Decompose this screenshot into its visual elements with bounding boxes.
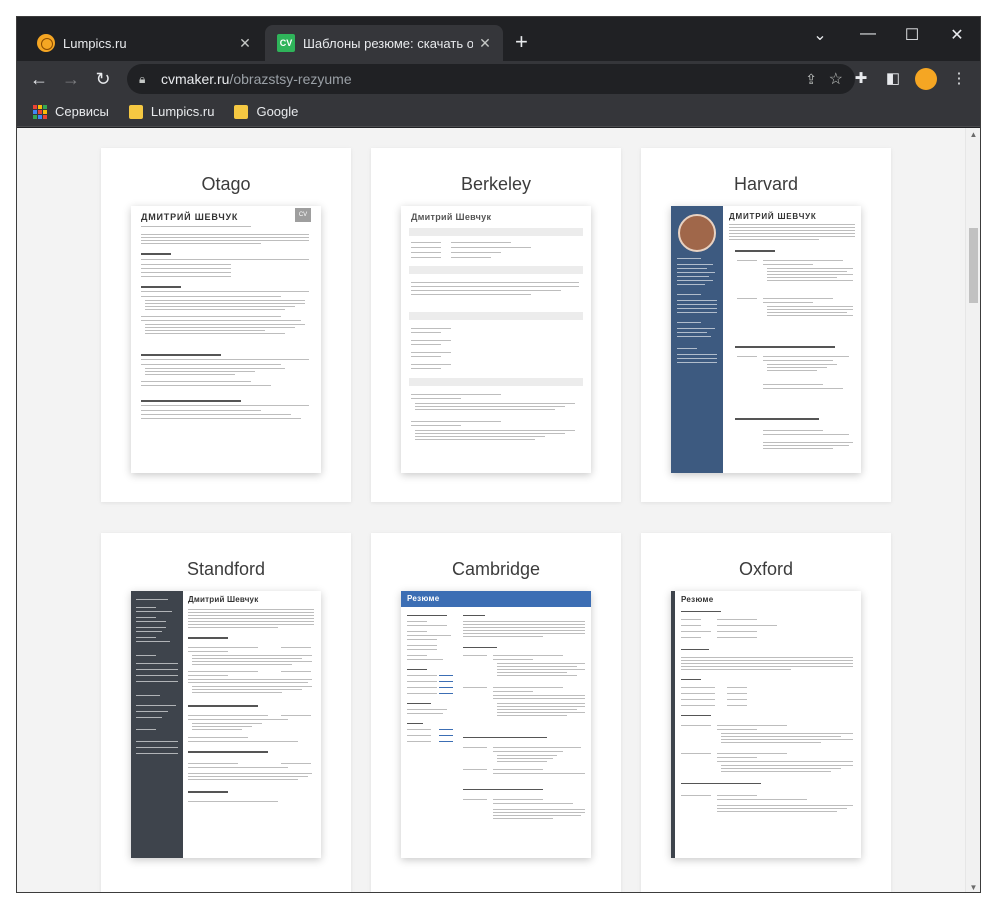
- resume-preview[interactable]: Резюме: [401, 591, 591, 858]
- bookmark-google[interactable]: Google: [234, 104, 298, 119]
- resume-preview[interactable]: ДМИТРИЙ ШЕВЧУК: [671, 206, 861, 473]
- browser-window: Lumpics.ru ✕ CV Шаблоны резюме: скачать …: [16, 16, 981, 893]
- template-card-oxford[interactable]: Oxford Резюме: [641, 533, 891, 892]
- bookmarks-bar: Сервисы Lumpics.ru Google: [17, 97, 980, 127]
- scroll-up-arrow-icon[interactable]: ▲: [966, 130, 980, 139]
- menu-kebab-icon[interactable]: ⋮: [947, 67, 971, 91]
- address-bar[interactable]: 🔒︎ cvmaker.ru/obrazstsy-rezyume ⇪ ☆: [127, 64, 855, 94]
- template-card-harvard[interactable]: Harvard ДМИТРИЙ ШЕВЧУК: [641, 148, 891, 502]
- resume-name: ДМИТРИЙ ШЕВЧУК: [141, 212, 239, 222]
- new-tab-button[interactable]: +: [515, 31, 528, 53]
- tab-strip: Lumpics.ru ✕ CV Шаблоны резюме: скачать …: [17, 17, 980, 61]
- scroll-down-arrow-icon[interactable]: ▼: [966, 883, 980, 892]
- template-name: Otago: [201, 174, 251, 194]
- profile-photo: [678, 214, 716, 252]
- bookmark-label: Сервисы: [55, 104, 109, 119]
- resume-name: Дмитрий Шевчук: [411, 212, 492, 222]
- tab-lumpics[interactable]: Lumpics.ru ✕: [25, 25, 263, 61]
- browser-toolbar: ← → ↻ 🔒︎ cvmaker.ru/obrazstsy-rezyume ⇪ …: [17, 61, 980, 97]
- template-card-berkeley[interactable]: Berkeley Дмитрий Шевчук: [371, 148, 621, 502]
- close-window-button[interactable]: ✕: [937, 25, 977, 45]
- folder-icon: [234, 104, 249, 119]
- resume-preview[interactable]: ДМИТРИЙ ШЕВЧУК CV: [131, 206, 321, 473]
- template-card-cambridge[interactable]: Cambridge Резюме: [371, 533, 621, 892]
- minimize-button[interactable]: —: [848, 25, 888, 43]
- page-viewport: Otago ДМИТРИЙ ШЕВЧУК CV Berkeley Дмитрий…: [17, 128, 980, 892]
- reload-icon[interactable]: ↻: [91, 67, 115, 91]
- bookmark-lumpics[interactable]: Lumpics.ru: [128, 104, 215, 119]
- template-card-otago[interactable]: Otago ДМИТРИЙ ШЕВЧУК CV: [101, 148, 351, 502]
- template-name: Harvard: [733, 174, 799, 194]
- profile-avatar[interactable]: [915, 68, 937, 90]
- tab-close-icon[interactable]: ✕: [233, 35, 257, 52]
- template-name: Standford: [186, 559, 266, 579]
- extensions-puzzle-icon[interactable]: ✚: [849, 67, 873, 91]
- tab-cvmaker[interactable]: CV Шаблоны резюме: скачать обр ✕: [265, 25, 503, 61]
- side-panel-icon[interactable]: ◧: [881, 67, 905, 91]
- resume-preview[interactable]: Дмитрий Шевчук: [401, 206, 591, 473]
- forward-arrow-icon[interactable]: →: [59, 67, 83, 91]
- bookmark-label: Google: [256, 104, 299, 119]
- back-arrow-icon[interactable]: ←: [27, 67, 51, 91]
- bookmark-label: Lumpics.ru: [150, 104, 215, 119]
- resume-name: Резюме: [681, 595, 714, 604]
- cvmaker-favicon-icon: CV: [277, 34, 295, 52]
- scrollbar-thumb[interactable]: [969, 228, 978, 303]
- folder-icon: [128, 104, 143, 119]
- bookmark-services[interactable]: Сервисы: [33, 104, 109, 119]
- resume-accent-bar: [671, 591, 675, 858]
- bookmark-star-icon[interactable]: ☆: [829, 69, 843, 89]
- lumpics-favicon-icon: [37, 34, 55, 52]
- chevron-down-icon[interactable]: ⌄: [800, 25, 840, 45]
- tab-title: Шаблоны резюме: скачать обр: [303, 35, 473, 51]
- cv-badge: CV: [295, 208, 311, 222]
- resume-name: Резюме: [407, 594, 440, 603]
- share-icon[interactable]: ⇪: [805, 71, 817, 88]
- maximize-button[interactable]: ☐: [892, 25, 932, 45]
- resume-name: ДМИТРИЙ ШЕВЧУК: [729, 212, 817, 221]
- template-name: Berkeley: [460, 174, 532, 194]
- tab-close-icon[interactable]: ✕: [473, 35, 497, 52]
- lock-icon[interactable]: 🔒︎: [139, 72, 153, 87]
- apps-grid-icon: [33, 104, 47, 119]
- template-card-standford[interactable]: Standford Дмитрий Шевчук: [101, 533, 351, 892]
- url-text[interactable]: cvmaker.ru/obrazstsy-rezyume: [161, 71, 352, 87]
- tab-title: Lumpics.ru: [63, 35, 127, 51]
- template-name: Cambridge: [451, 559, 541, 579]
- resume-preview[interactable]: Дмитрий Шевчук: [131, 591, 321, 858]
- template-name: Oxford: [738, 559, 794, 579]
- resume-preview[interactable]: Резюме: [671, 591, 861, 858]
- resume-name: Дмитрий Шевчук: [188, 595, 259, 604]
- vertical-scrollbar[interactable]: ▲ ▼: [965, 128, 980, 892]
